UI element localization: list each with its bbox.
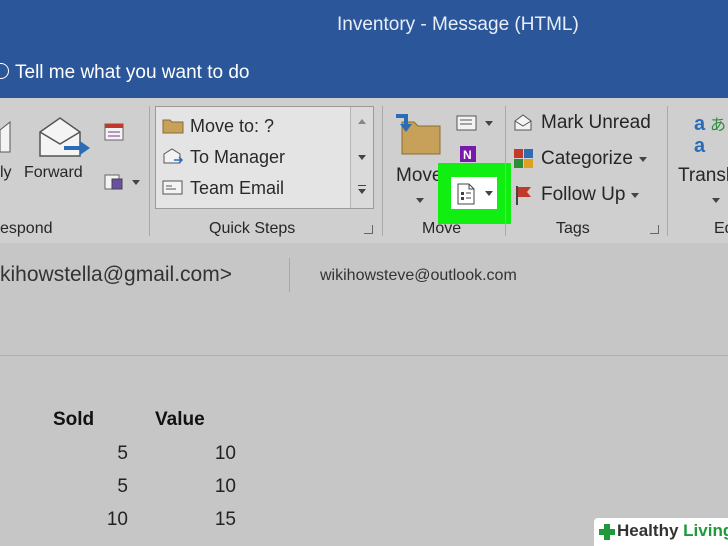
group-divider (505, 106, 506, 236)
reply-button[interactable]: ly (0, 112, 18, 192)
quick-step-team-email-label: Team Email (190, 178, 285, 198)
message-header (0, 243, 728, 356)
tags-group-label: Tags (556, 220, 590, 237)
table-cell: 10 (214, 443, 236, 464)
recipient-address[interactable]: wikihowsteve@outlook.com (320, 267, 517, 285)
watermark-brand-2: Living (683, 521, 728, 540)
folder-icon (162, 119, 184, 134)
table-cell: 5 (117, 476, 128, 497)
watermark-brand-1: Healthy (617, 521, 679, 540)
quick-step-to-manager[interactable]: To Manager (162, 147, 285, 168)
move-button[interactable]: Move (392, 110, 442, 210)
expand-gallery-icon[interactable] (358, 185, 366, 186)
categorize-icon (514, 149, 533, 168)
translate-label: Transl (678, 165, 728, 186)
envelope-forward-icon (163, 148, 184, 164)
svg-text:a: a (694, 113, 706, 135)
chevron-down-icon (485, 121, 493, 126)
reply-icon (0, 120, 11, 153)
sender-address[interactable]: kihowstella@gmail.com> (0, 263, 232, 287)
scroll-up-icon[interactable] (358, 119, 366, 124)
flag-icon (516, 186, 531, 205)
chevron-down-icon (132, 180, 140, 185)
forward-label: Forward (24, 164, 83, 181)
editing-group-label: Ed (714, 220, 728, 237)
respond-group-label: espond (0, 220, 53, 237)
header-divider (289, 258, 290, 292)
group-divider (149, 106, 150, 236)
more-respond-button[interactable] (104, 172, 142, 194)
calendar-reply-icon (104, 123, 124, 141)
quick-step-move-to[interactable]: Move to: ? (162, 116, 274, 137)
chevron-down-icon (712, 198, 720, 203)
categorize-label: Categorize (541, 148, 633, 169)
table-cell: 10 (214, 476, 236, 497)
reply-label: ly (0, 164, 12, 181)
group-divider (382, 106, 383, 236)
move-label: Move (396, 165, 443, 186)
forward-button[interactable]: Forward (24, 110, 94, 192)
quick-steps-gallery: Move to: ? To Manager Team Email (155, 106, 374, 209)
translate-button[interactable]: a あ a Transl (676, 110, 728, 210)
plus-logo-icon (599, 524, 615, 540)
expand-gallery-caret (358, 189, 366, 194)
table-cell: 15 (214, 509, 236, 530)
tell-me-search[interactable]: Tell me what you want to do (0, 62, 249, 84)
move-group-label: Move (422, 220, 462, 237)
follow-up-button[interactable]: Follow Up (513, 184, 653, 208)
rules-icon (456, 115, 477, 131)
chevron-down-icon (639, 157, 647, 162)
quick-step-to-manager-label: To Manager (190, 147, 286, 167)
rules-button[interactable] (456, 113, 496, 135)
table-cell: 10 (106, 509, 128, 530)
categorize-button[interactable]: Categorize (513, 148, 653, 172)
group-divider (667, 106, 668, 236)
follow-up-label: Follow Up (541, 184, 626, 205)
quick-step-move-to-label: Move to: ? (190, 116, 275, 136)
onenote-icon: N (460, 146, 476, 162)
envelope-unread-icon (514, 114, 532, 131)
actions-button[interactable] (451, 177, 497, 209)
email-icon (162, 180, 183, 195)
table-cell: 5 (117, 443, 128, 464)
mark-unread-label: Mark Unread (541, 112, 651, 133)
more-respond-icon (104, 174, 123, 190)
lightbulb-icon (0, 63, 9, 79)
chevron-down-icon (631, 193, 639, 198)
column-header-sold: Sold (53, 409, 95, 430)
meeting-button[interactable] (104, 122, 128, 144)
quick-steps-launcher-icon[interactable] (364, 225, 373, 234)
watermark-text: Healthy Living (617, 521, 728, 541)
tags-launcher-icon[interactable] (650, 225, 659, 234)
quick-steps-group-label: Quick Steps (209, 220, 296, 237)
quick-steps-scrollbar[interactable] (350, 107, 373, 208)
quick-step-team-email[interactable]: Team Email (162, 178, 284, 199)
column-header-value: Value (155, 409, 205, 430)
mark-unread-button[interactable]: Mark Unread (513, 112, 663, 136)
move-folder-icon (396, 114, 441, 155)
actions-icon (457, 183, 475, 205)
scroll-down-icon[interactable] (358, 155, 366, 160)
window-title: Inventory - Message (HTML) (337, 14, 579, 35)
translate-icon: a あ a (694, 113, 726, 156)
svg-text:a: a (694, 135, 706, 156)
chevron-down-icon (416, 198, 424, 203)
svg-text:N: N (463, 148, 472, 162)
chevron-down-icon (485, 191, 493, 196)
tell-me-label: Tell me what you want to do (15, 62, 250, 83)
svg-text:あ: あ (710, 116, 726, 134)
forward-icon (39, 117, 90, 157)
